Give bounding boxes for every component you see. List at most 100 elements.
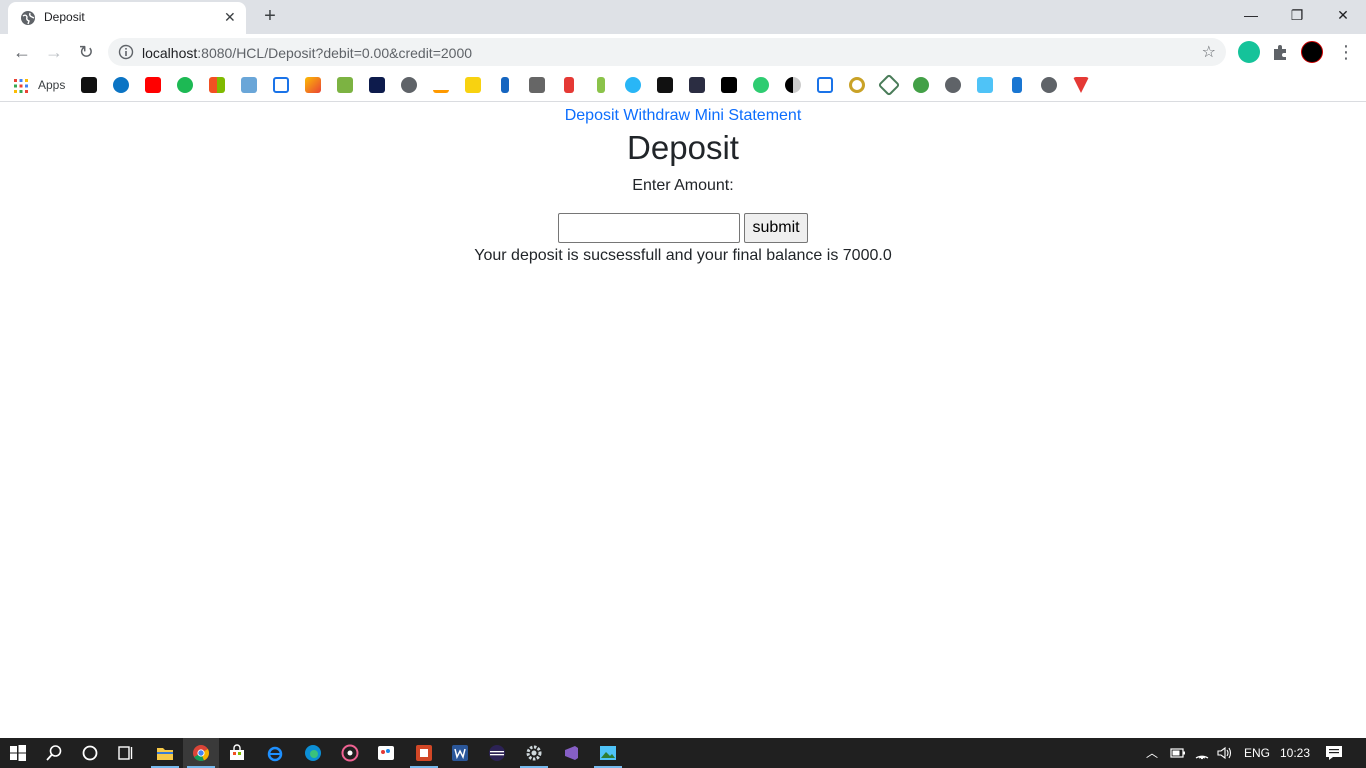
bookmark-icon[interactable] xyxy=(564,77,574,93)
bookmark-icon[interactable] xyxy=(369,77,385,93)
amazon-bookmark-icon[interactable] xyxy=(433,77,449,93)
bookmark-icon[interactable] xyxy=(1012,77,1022,93)
cortana-circle-icon xyxy=(82,745,98,761)
bookmark-icon[interactable] xyxy=(81,77,97,93)
bookmark-icon[interactable] xyxy=(657,77,673,93)
page-nav: Deposit Withdraw Mini Statement xyxy=(0,107,1366,125)
task-view-button[interactable] xyxy=(108,738,144,768)
cortana-button[interactable] xyxy=(72,738,108,768)
bookmark-icon[interactable] xyxy=(913,77,929,93)
paint-taskbar-item[interactable] xyxy=(368,738,404,768)
extensions-puzzle-icon[interactable] xyxy=(1269,41,1291,63)
eclipse-taskbar-item[interactable] xyxy=(479,738,515,768)
minimize-button[interactable]: — xyxy=(1228,0,1274,30)
wifi-icon[interactable] xyxy=(1194,745,1210,761)
reload-button[interactable]: ↻ xyxy=(72,38,100,66)
page-title: Deposit xyxy=(627,129,739,166)
globe-icon xyxy=(21,11,35,25)
bookmark-icon[interactable] xyxy=(241,77,257,93)
youtube-bookmark-icon[interactable] xyxy=(145,77,161,93)
input-language-indicator[interactable]: ENG xyxy=(1244,745,1270,761)
chrome-icon xyxy=(193,745,209,761)
tab-title: Deposit xyxy=(44,10,85,24)
tab-close-icon[interactable]: ✕ xyxy=(224,9,236,25)
bookmark-icon[interactable] xyxy=(273,77,289,93)
browser-title-bar: Deposit ✕ + — ❐ ✕ xyxy=(0,0,1366,34)
globe-bookmark-icon[interactable] xyxy=(401,77,417,93)
forward-button[interactable]: → xyxy=(40,38,68,66)
info-icon[interactable] xyxy=(118,44,134,60)
bookmark-icon[interactable] xyxy=(817,77,833,93)
photos-taskbar-item[interactable] xyxy=(590,738,626,768)
file-explorer-taskbar-item[interactable] xyxy=(147,738,183,768)
disc-icon xyxy=(341,744,359,762)
settings-taskbar-item[interactable] xyxy=(516,738,552,768)
search-button[interactable] xyxy=(36,738,72,768)
nav-link-mini-statement[interactable]: Mini Statement xyxy=(695,107,802,124)
page-content: Deposit Withdraw Mini Statement Deposit … xyxy=(0,103,1366,738)
bookmark-icon[interactable] xyxy=(877,73,901,97)
visual-studio-taskbar-item[interactable] xyxy=(553,738,589,768)
action-center-icon[interactable] xyxy=(1325,745,1343,761)
edge-taskbar-item[interactable] xyxy=(295,738,331,768)
bookmark-icon[interactable] xyxy=(849,77,865,93)
address-bar[interactable]: localhost:8080/HCL/Deposit?debit=0.00&cr… xyxy=(108,38,1226,66)
internet-explorer-icon xyxy=(267,746,283,762)
nav-link-withdraw[interactable]: Withdraw xyxy=(623,107,690,124)
bookmark-icon[interactable] xyxy=(305,77,321,93)
bookmarks-bar: Apps xyxy=(0,70,1366,102)
eclipse-icon xyxy=(489,745,505,761)
apps-label: Apps xyxy=(38,78,66,92)
store-taskbar-item[interactable] xyxy=(219,738,255,768)
bookmark-icon[interactable] xyxy=(113,77,129,93)
window-close-button[interactable]: ✕ xyxy=(1320,0,1366,30)
edge-icon xyxy=(305,745,321,761)
bookmark-icon[interactable] xyxy=(337,77,353,93)
bookmark-icon[interactable] xyxy=(721,77,737,93)
microsoft-bookmark-icon[interactable] xyxy=(209,77,225,93)
deposit-form: submit xyxy=(558,213,818,243)
amount-input[interactable] xyxy=(558,213,740,243)
bookmark-icon[interactable] xyxy=(597,77,605,93)
bookmark-icon[interactable] xyxy=(977,77,993,93)
apps-shortcut[interactable]: Apps xyxy=(14,77,74,95)
url-text: localhost:8080/HCL/Deposit?debit=0.00&cr… xyxy=(142,45,473,61)
restore-button[interactable]: ❐ xyxy=(1274,0,1320,30)
chrome-taskbar-item[interactable] xyxy=(183,738,219,768)
windows-logo-icon xyxy=(10,745,26,761)
bookmark-icon[interactable] xyxy=(177,77,193,93)
profile-avatar[interactable] xyxy=(1301,41,1323,63)
bookmark-icon[interactable] xyxy=(785,77,801,93)
bookmark-icon[interactable] xyxy=(1073,77,1089,93)
internet-explorer-taskbar-item[interactable] xyxy=(257,738,293,768)
battery-icon[interactable] xyxy=(1170,745,1186,761)
clock[interactable]: 10:23 xyxy=(1280,745,1310,761)
play-bookmark-icon[interactable] xyxy=(625,77,641,93)
new-tab-button[interactable]: + xyxy=(258,4,282,28)
grammarly-extension-icon[interactable] xyxy=(1238,41,1260,63)
flipkart-bookmark-icon[interactable] xyxy=(465,77,481,93)
globe-bookmark-icon[interactable] xyxy=(1041,77,1057,93)
word-taskbar-item[interactable] xyxy=(442,738,478,768)
media-taskbar-item[interactable] xyxy=(332,738,368,768)
submit-button[interactable]: submit xyxy=(744,213,808,243)
image-icon xyxy=(600,746,616,760)
powerpoint-taskbar-item[interactable] xyxy=(406,738,442,768)
bookmark-icon[interactable] xyxy=(753,77,769,93)
volume-icon[interactable] xyxy=(1216,745,1234,761)
back-button[interactable]: ← xyxy=(8,38,36,66)
word-icon xyxy=(452,745,468,761)
nav-link-deposit[interactable]: Deposit xyxy=(565,107,619,124)
globe-bookmark-icon[interactable] xyxy=(945,77,961,93)
show-hidden-icons-chevron-icon[interactable]: ︿ xyxy=(1146,745,1158,761)
bookmark-icon[interactable] xyxy=(689,77,705,93)
bookmark-star-icon[interactable]: ☆ xyxy=(1202,42,1216,62)
bookmark-icon[interactable] xyxy=(529,77,545,93)
bookmark-icon[interactable] xyxy=(501,77,509,93)
browser-menu-icon[interactable]: ⋮ xyxy=(1332,38,1360,66)
search-icon xyxy=(46,745,62,761)
browser-tab-deposit[interactable]: Deposit ✕ xyxy=(8,2,246,34)
gear-icon xyxy=(526,745,542,761)
start-button[interactable] xyxy=(0,738,36,768)
visual-studio-icon xyxy=(565,746,578,760)
